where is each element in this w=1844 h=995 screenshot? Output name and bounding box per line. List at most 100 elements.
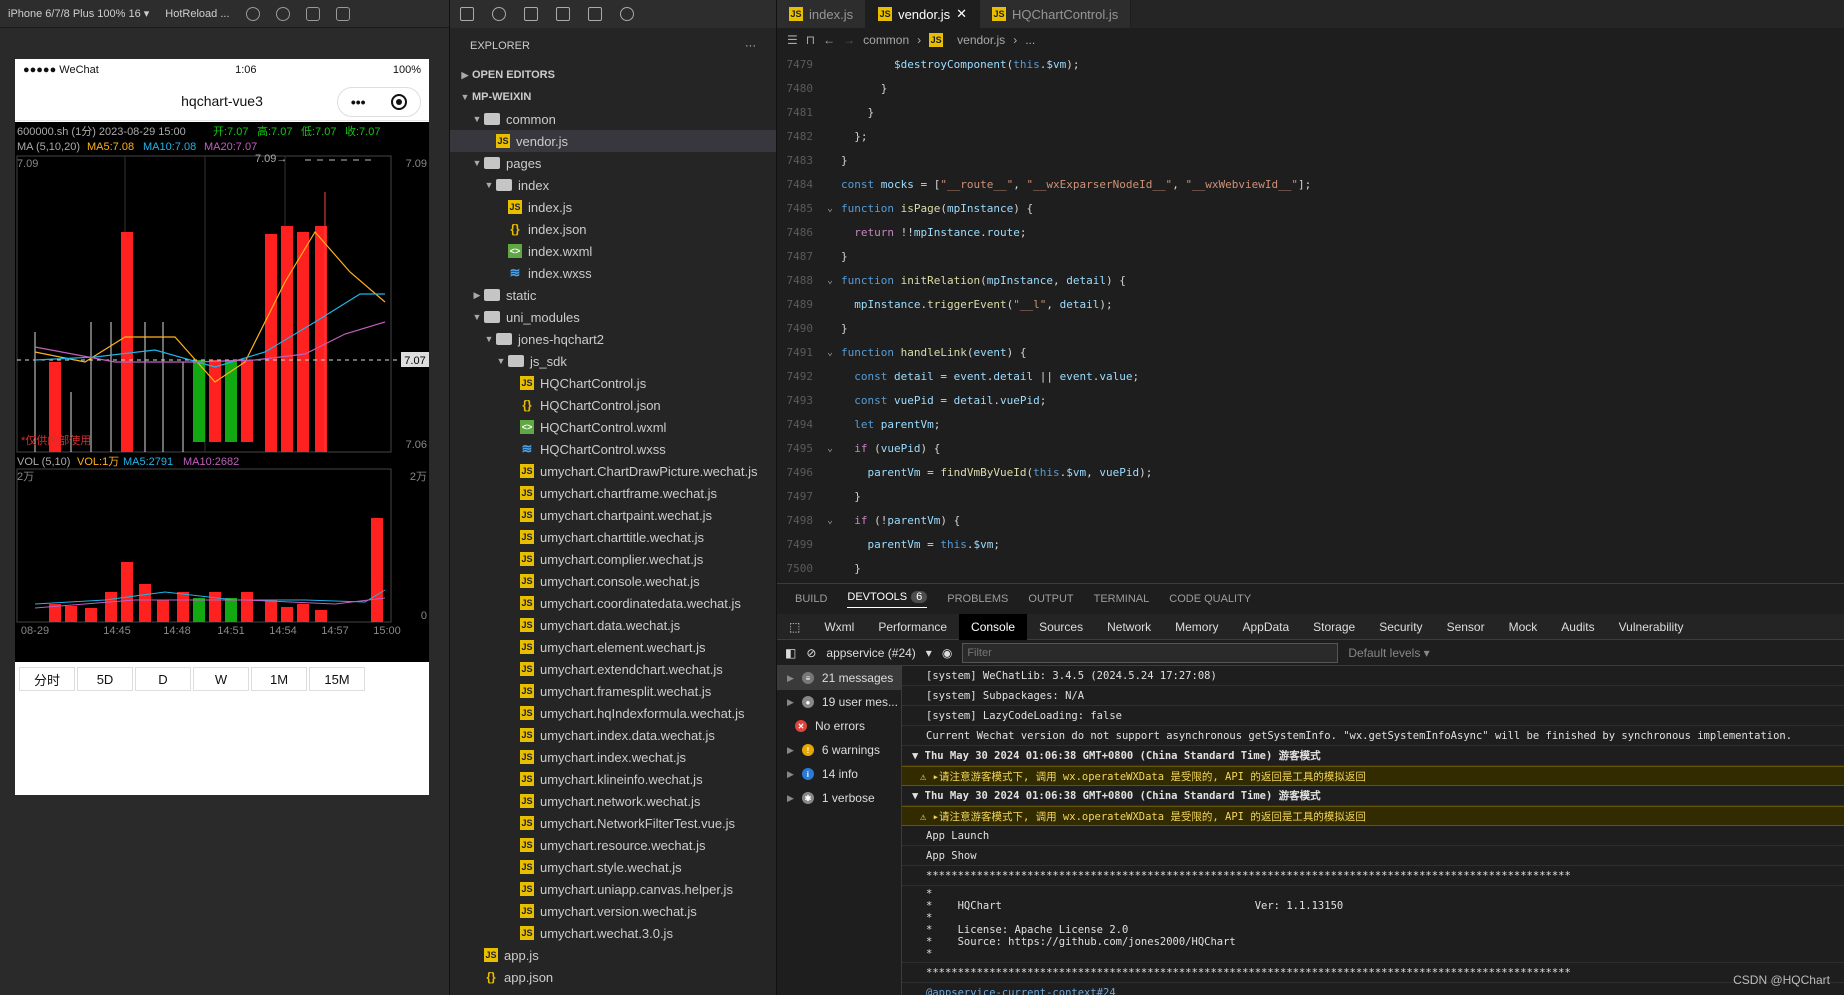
phone-icon[interactable] (305, 6, 320, 21)
record-icon[interactable] (275, 6, 290, 21)
console-filter-item[interactable]: ✕ No errors (777, 714, 901, 738)
period-button[interactable]: 1M (251, 667, 307, 691)
tree-file[interactable]: JS umychart.NetworkFilterTest.vue.js (450, 812, 776, 834)
editor-tab[interactable]: JS HQChartControl.js (980, 0, 1132, 28)
tree-file[interactable]: JS umychart.version.wechat.js (450, 900, 776, 922)
console-message[interactable]: @appservice-current-context#24 (902, 983, 1844, 995)
tree-file[interactable]: {} app.json (450, 966, 776, 988)
chevron-down-icon[interactable]: ▾ (926, 646, 932, 660)
console-filter-item[interactable]: ▶ i 14 info (777, 762, 901, 786)
tree-file[interactable]: ≋ HQChartControl.wxss (450, 438, 776, 460)
capsule-menu[interactable]: ••• (337, 87, 421, 117)
devtools-tab[interactable]: Audits (1549, 614, 1606, 640)
tree-folder[interactable]: ▼ index (450, 174, 776, 196)
tree-file[interactable]: JS umychart.chartframe.wechat.js (450, 482, 776, 504)
console-filter-item[interactable]: ▶ ≡ 21 messages (777, 666, 901, 690)
tree-file[interactable]: JS index.js (450, 196, 776, 218)
inspect-icon[interactable]: ⬚ (777, 614, 812, 640)
period-button[interactable]: 15M (309, 667, 365, 691)
tree-file[interactable]: JS umychart.data.wechat.js (450, 614, 776, 636)
context-select[interactable]: appservice (#24) (826, 646, 915, 660)
console-filter-item[interactable]: ▶! 6 warnings (777, 738, 901, 762)
cloud-icon[interactable] (620, 7, 634, 21)
tree-file[interactable]: JS umychart.charttitle.wechat.js (450, 526, 776, 548)
kline-chart[interactable]: 600000.sh (1分) 2023-08-29 15:00 开:7.07 高:7… (15, 122, 429, 662)
panel-tab[interactable]: OUTPUT (1028, 593, 1073, 605)
tree-file[interactable]: JS HQChartControl.js (450, 372, 776, 394)
editor-tab[interactable]: JS index.js (777, 0, 867, 28)
tree-folder[interactable]: ▼ uni_modules (450, 306, 776, 328)
tree-file[interactable]: {} index.json (450, 218, 776, 240)
tree-file[interactable]: JS umychart.complier.wechat.js (450, 548, 776, 570)
tree-file[interactable]: <> index.wxml (450, 240, 776, 262)
explorer-more-button[interactable]: ··· (745, 40, 756, 52)
back-arrow-icon[interactable]: ← (823, 33, 835, 47)
fold-chevron-icon[interactable]: ⌄ (827, 443, 841, 454)
code-view[interactable]: 7479 $destroyComponent(this.$vm); 7480 } 7… (777, 52, 1844, 583)
device-select[interactable]: iPhone 6/7/8 Plus 100% 16 ▾ (8, 7, 149, 20)
devtools-tab[interactable]: Vulnerability (1607, 614, 1696, 640)
tree-file[interactable]: JS umychart.index.wechat.js (450, 746, 776, 768)
panel-tab[interactable]: BUILD (795, 593, 827, 605)
tree-file[interactable]: JS umychart.index.data.wechat.js (450, 724, 776, 746)
breadcrumb-item[interactable]: vendor.js (957, 33, 1005, 47)
devtools-tab[interactable]: Network (1095, 614, 1163, 640)
panel-tab[interactable]: CODE QUALITY (1169, 593, 1251, 605)
editor-tab[interactable]: JS vendor.js ✕ (866, 0, 981, 28)
close-target-icon[interactable] (391, 94, 408, 110)
devtools-tab[interactable]: AppData (1230, 614, 1301, 640)
tree-file[interactable]: JS umychart.console.wechat.js (450, 570, 776, 592)
fold-chevron-icon[interactable]: ⌄ (827, 203, 841, 214)
devtools-tab[interactable]: Mock (1497, 614, 1550, 640)
devtools-tab[interactable]: Storage (1301, 614, 1367, 640)
forward-arrow-icon[interactable]: → (843, 33, 855, 47)
tree-file[interactable]: JS umychart.extendchart.wechat.js (450, 658, 776, 680)
period-button[interactable]: 分时 (19, 667, 75, 691)
devtools-tab[interactable]: Security (1367, 614, 1434, 640)
tree-file[interactable]: JS umychart.ChartDrawPicture.wechat.js (450, 460, 776, 482)
devtools-tab[interactable]: Performance (866, 614, 959, 640)
source-control-icon[interactable] (524, 7, 538, 21)
period-button[interactable]: D (135, 667, 191, 691)
tree-file[interactable]: {} HQChartControl.json (450, 394, 776, 416)
clear-console-icon[interactable]: ⊘ (806, 646, 816, 660)
tree-file[interactable]: JS umychart.coordinatedata.wechat.js (450, 592, 776, 614)
tree-file[interactable]: JS umychart.element.wechart.js (450, 636, 776, 658)
tree-file[interactable]: JS umychart.framesplit.wechat.js (450, 680, 776, 702)
eye-icon[interactable]: ◉ (942, 646, 952, 660)
tree-folder[interactable]: ▼ js_sdk (450, 350, 776, 372)
tree-file[interactable]: JS umychart.network.wechat.js (450, 790, 776, 812)
detach-icon[interactable] (335, 6, 350, 21)
tree-file[interactable]: ≋ index.wxss (450, 262, 776, 284)
refresh-icon[interactable] (245, 6, 260, 21)
hotreload-select[interactable]: HotReload ... (165, 8, 229, 20)
search-icon[interactable] (492, 7, 506, 21)
tree-file[interactable]: JS vendor.js (450, 130, 776, 152)
period-button[interactable]: W (193, 667, 249, 691)
tree-folder[interactable]: ▼ jones-hqchart2 (450, 328, 776, 350)
period-button[interactable]: 5D (77, 667, 133, 691)
tree-file[interactable]: JS umychart.hqIndexformula.wechat.js (450, 702, 776, 724)
extensions-icon[interactable] (556, 7, 570, 21)
tree-folder[interactable]: ▼ common (450, 108, 776, 130)
fold-chevron-icon[interactable]: ⌄ (827, 347, 841, 358)
breadcrumb-item[interactable]: common (863, 33, 909, 47)
tree-file[interactable]: JS umychart.resource.wechat.js (450, 834, 776, 856)
tree-file[interactable]: JS app.js (450, 944, 776, 966)
console-filter-item[interactable]: ▶ ● 19 user mes... (777, 690, 901, 714)
devtools-tab[interactable]: Memory (1163, 614, 1230, 640)
sidebar-toggle-icon[interactable]: ◧ (785, 646, 796, 660)
filter-input[interactable] (962, 642, 1339, 663)
tree-file[interactable]: JS umychart.klineinfo.wechat.js (450, 768, 776, 790)
tree-file[interactable]: JS umychart.uniapp.canvas.helper.js (450, 878, 776, 900)
panel-tab[interactable]: DEVTOOLS 6 (847, 590, 928, 608)
console-filter-item[interactable]: ▶ ✱ 1 verbose (777, 786, 901, 810)
open-editors-section[interactable]: ▶ OPEN EDITORS (450, 64, 776, 86)
levels-select[interactable]: Default levels ▾ (1348, 646, 1429, 660)
project-section[interactable]: ▼ MP-WEIXIN (450, 86, 776, 108)
bookmark-icon[interactable]: ⊓ (806, 33, 815, 47)
panel-tab[interactable]: PROBLEMS (947, 593, 1008, 605)
fold-chevron-icon[interactable]: ⌄ (827, 515, 841, 526)
fold-chevron-icon[interactable]: ⌄ (827, 275, 841, 286)
breadcrumb-item[interactable]: ... (1025, 33, 1035, 47)
